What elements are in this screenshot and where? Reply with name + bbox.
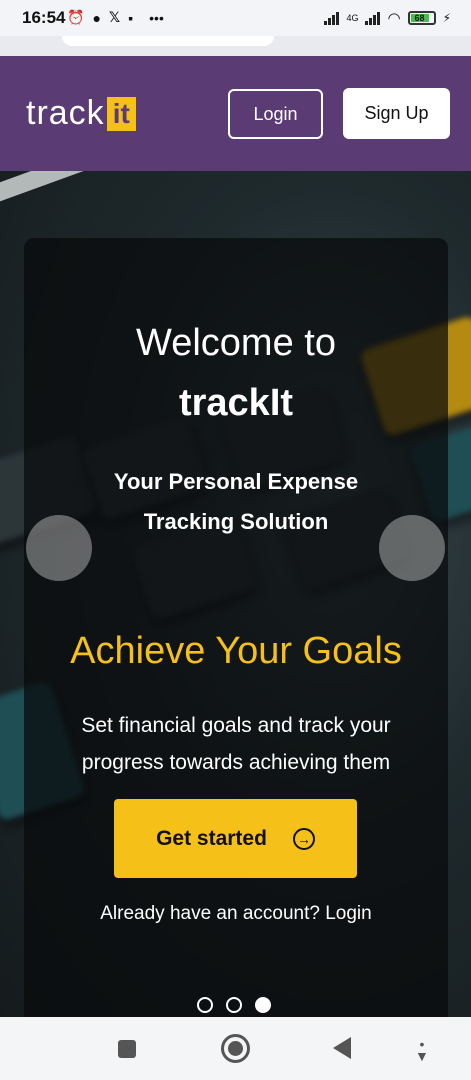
trackit-logo[interactable]: track it [26, 94, 136, 133]
get-started-label: Get started [156, 826, 267, 850]
login-prompt-link[interactable]: Already have an account? Login [24, 903, 448, 925]
carousel-dot-1[interactable] [197, 997, 213, 1013]
sim-icon: ▪ [128, 9, 134, 26]
charging-icon: ⚡ [442, 11, 451, 25]
login-button[interactable]: Login [228, 89, 323, 139]
signal-icon [324, 11, 340, 25]
system-nav-bar: • ▼ [0, 1017, 471, 1080]
welcome-heading: Welcome to [136, 322, 336, 364]
signal-icon-2 [365, 11, 381, 25]
carousel-dot-3[interactable] [255, 997, 271, 1013]
back-triangle-icon[interactable] [333, 1037, 351, 1059]
logo-text: track [26, 94, 105, 132]
logo-badge: it [106, 96, 136, 131]
more-icon: ••• [149, 9, 164, 26]
wifi-icon: ◠ [387, 10, 401, 27]
menu-down-icon[interactable]: • ▼ [415, 1037, 429, 1063]
home-circle-icon[interactable] [221, 1034, 250, 1063]
get-started-button[interactable]: Get started → [114, 799, 357, 878]
alarm-icon: ⏰ [67, 9, 85, 25]
carousel-indicators [197, 997, 271, 1013]
status-time: 16:54 [22, 8, 66, 27]
brand-heading: trackIt [178, 382, 294, 424]
status-bar: 16:54 ⏰ ● 𝕏 ▪ ••• 4G ◠ 68 ⚡ [0, 0, 471, 36]
battery-level: 68 [410, 14, 429, 23]
site-header: track it Login Sign Up [0, 56, 471, 171]
square-icon[interactable] [118, 1040, 136, 1058]
system-icons: 4G ◠ 68 ⚡ [324, 9, 451, 27]
battery-icon: 68 [407, 11, 436, 25]
x-icon: 𝕏 [108, 9, 121, 25]
network-type: 4G [346, 13, 359, 23]
slide-title: Achieve Your Goals [70, 630, 402, 672]
tagline: Your Personal Expense Tracking Solution [113, 469, 359, 534]
notification-icons: ⏰ ● 𝕏 ▪ ••• [67, 9, 164, 26]
slide-description: Set financial goals and track your progr… [81, 714, 391, 774]
carousel-next-icon[interactable] [379, 515, 445, 581]
signup-button[interactable]: Sign Up [343, 88, 450, 139]
arrow-right-circle-icon: → [292, 827, 315, 850]
browser-strip [0, 36, 471, 56]
carousel-prev-icon[interactable] [26, 515, 92, 581]
address-bar[interactable] [62, 36, 274, 46]
carousel-dot-2[interactable] [226, 997, 242, 1013]
background-decoration [0, 171, 158, 213]
chat-icon: ● [92, 9, 101, 26]
